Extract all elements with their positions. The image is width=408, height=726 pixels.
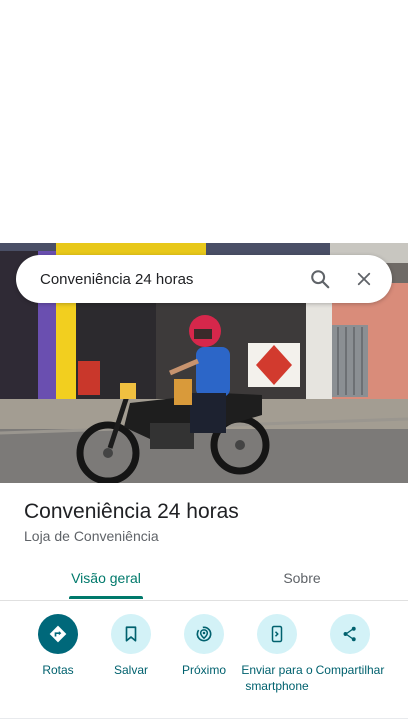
- close-icon[interactable]: [342, 255, 386, 303]
- tab-overview[interactable]: Visão geral: [54, 556, 158, 600]
- share-label: Compartilhar: [315, 663, 385, 677]
- bookmark-icon[interactable]: [111, 614, 151, 654]
- search-bar[interactable]: Conveniência 24 horas: [16, 255, 392, 303]
- search-input[interactable]: Conveniência 24 horas: [16, 271, 298, 288]
- directions-label: Rotas: [42, 663, 74, 677]
- nearby-label: Próximo: [181, 663, 226, 677]
- save-label: Salvar: [113, 663, 148, 677]
- send-to-phone-button[interactable]: Enviar para o smartphone: [237, 614, 317, 694]
- place-category[interactable]: Loja de Conveniência: [24, 528, 159, 544]
- nearby-button[interactable]: Próximo: [164, 614, 244, 678]
- place-title: Conveniência 24 horas: [24, 500, 239, 523]
- share-button[interactable]: Compartilhar: [310, 614, 390, 678]
- tab-indicator: [69, 596, 143, 599]
- directions-icon[interactable]: [38, 614, 78, 654]
- directions-button[interactable]: Rotas: [18, 614, 98, 678]
- send-to-phone-label: Enviar para o smartphone: [241, 663, 313, 693]
- tab-bar: Visão geral Sobre: [0, 556, 408, 601]
- divider: [0, 718, 408, 719]
- nearby-icon[interactable]: [184, 614, 224, 654]
- share-icon[interactable]: [330, 614, 370, 654]
- tab-about[interactable]: Sobre: [252, 556, 352, 600]
- action-row: Rotas Salvar Próximo Enviar para o smart…: [0, 606, 408, 716]
- send-to-phone-icon[interactable]: [257, 614, 297, 654]
- save-button[interactable]: Salvar: [91, 614, 171, 678]
- search-icon[interactable]: [298, 255, 342, 303]
